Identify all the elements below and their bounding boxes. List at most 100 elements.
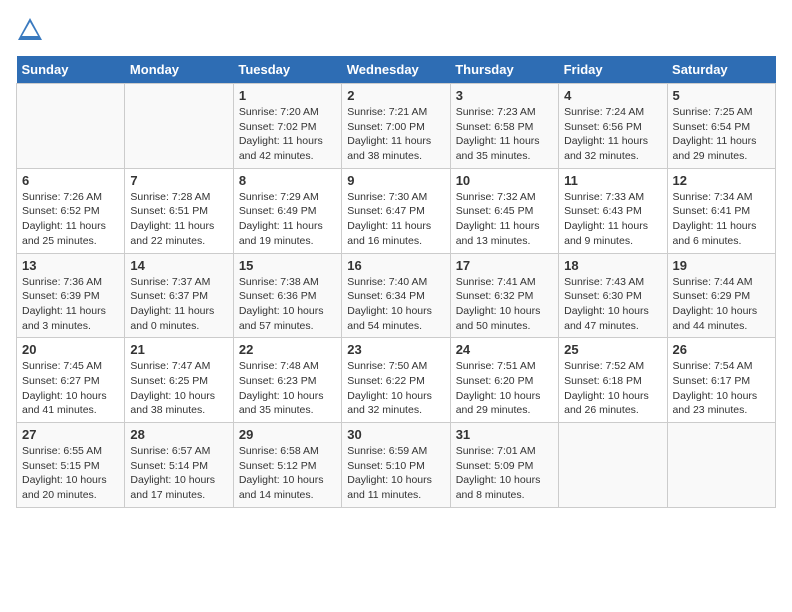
day-info: Sunrise: 7:54 AM Sunset: 6:17 PM Dayligh… — [673, 359, 770, 418]
calendar-cell — [125, 84, 233, 169]
day-info: Sunrise: 7:45 AM Sunset: 6:27 PM Dayligh… — [22, 359, 119, 418]
calendar-cell: 23 Sunrise: 7:50 AM Sunset: 6:22 PM Dayli… — [342, 338, 450, 423]
calendar-week-row: 20 Sunrise: 7:45 AM Sunset: 6:27 PM Dayli… — [17, 338, 776, 423]
logo — [16, 16, 48, 44]
day-of-week-header: Saturday — [667, 56, 775, 84]
day-info: Sunrise: 7:37 AM Sunset: 6:37 PM Dayligh… — [130, 275, 227, 334]
calendar-cell: 15Sunrise: 7:38 AM Sunset: 6:36 PM Dayli… — [233, 253, 341, 338]
day-number: 28 — [130, 427, 227, 442]
calendar-cell: 5 Sunrise: 7:25 AM Sunset: 6:54 PM Daylig… — [667, 84, 775, 169]
day-number: 13 — [22, 258, 119, 273]
day-info: Sunrise: 7:21 AM Sunset: 7:00 PM Dayligh… — [347, 105, 444, 164]
day-number: 27 — [22, 427, 119, 442]
day-info: Sunrise: 7:20 AM Sunset: 7:02 PM Dayligh… — [239, 105, 336, 164]
day-info: Sunrise: 7:51 AM Sunset: 6:20 PM Dayligh… — [456, 359, 553, 418]
page-header — [16, 16, 776, 44]
day-info: Sunrise: 7:28 AM Sunset: 6:51 PM Dayligh… — [130, 190, 227, 249]
calendar-cell: 31 Sunrise: 7:01 AM Sunset: 5:09 PM Dayli… — [450, 423, 558, 508]
calendar-cell — [559, 423, 667, 508]
day-info: Sunrise: 7:25 AM Sunset: 6:54 PM Dayligh… — [673, 105, 770, 164]
calendar-cell — [17, 84, 125, 169]
day-of-week-header: Tuesday — [233, 56, 341, 84]
day-of-week-header: Thursday — [450, 56, 558, 84]
day-number: 25 — [564, 342, 661, 357]
calendar-cell: 11Sunrise: 7:33 AM Sunset: 6:43 PM Dayli… — [559, 168, 667, 253]
day-number: 30 — [347, 427, 444, 442]
day-number: 6 — [22, 173, 119, 188]
day-info: Sunrise: 6:57 AM Sunset: 5:14 PM Dayligh… — [130, 444, 227, 503]
day-info: Sunrise: 7:26 AM Sunset: 6:52 PM Dayligh… — [22, 190, 119, 249]
calendar-header-row: SundayMondayTuesdayWednesdayThursdayFrid… — [17, 56, 776, 84]
day-number: 9 — [347, 173, 444, 188]
calendar-cell: 8 Sunrise: 7:29 AM Sunset: 6:49 PM Daylig… — [233, 168, 341, 253]
calendar-cell: 26 Sunrise: 7:54 AM Sunset: 6:17 PM Dayli… — [667, 338, 775, 423]
day-info: Sunrise: 7:24 AM Sunset: 6:56 PM Dayligh… — [564, 105, 661, 164]
day-number: 18 — [564, 258, 661, 273]
day-info: Sunrise: 7:29 AM Sunset: 6:49 PM Dayligh… — [239, 190, 336, 249]
day-number: 26 — [673, 342, 770, 357]
day-number: 23 — [347, 342, 444, 357]
calendar-week-row: 13 Sunrise: 7:36 AM Sunset: 6:39 PM Dayli… — [17, 253, 776, 338]
day-number: 21 — [130, 342, 227, 357]
day-info: Sunrise: 7:41 AM Sunset: 6:32 PM Dayligh… — [456, 275, 553, 334]
calendar-cell: 2 Sunrise: 7:21 AM Sunset: 7:00 PM Daylig… — [342, 84, 450, 169]
calendar-cell: 4 Sunrise: 7:24 AM Sunset: 6:56 PM Daylig… — [559, 84, 667, 169]
calendar-cell: 17 Sunrise: 7:41 AM Sunset: 6:32 PM Dayli… — [450, 253, 558, 338]
calendar-cell: 21Sunrise: 7:47 AM Sunset: 6:25 PM Dayli… — [125, 338, 233, 423]
calendar-cell: 22Sunrise: 7:48 AM Sunset: 6:23 PM Dayli… — [233, 338, 341, 423]
day-info: Sunrise: 7:44 AM Sunset: 6:29 PM Dayligh… — [673, 275, 770, 334]
day-info: Sunrise: 7:48 AM Sunset: 6:23 PM Dayligh… — [239, 359, 336, 418]
calendar-cell: 16Sunrise: 7:40 AM Sunset: 6:34 PM Dayli… — [342, 253, 450, 338]
day-number: 4 — [564, 88, 661, 103]
day-number: 16 — [347, 258, 444, 273]
day-info: Sunrise: 6:58 AM Sunset: 5:12 PM Dayligh… — [239, 444, 336, 503]
day-number: 8 — [239, 173, 336, 188]
day-number: 2 — [347, 88, 444, 103]
day-number: 14 — [130, 258, 227, 273]
day-info: Sunrise: 7:32 AM Sunset: 6:45 PM Dayligh… — [456, 190, 553, 249]
calendar-cell: 30 Sunrise: 6:59 AM Sunset: 5:10 PM Dayli… — [342, 423, 450, 508]
day-of-week-header: Sunday — [17, 56, 125, 84]
day-info: Sunrise: 6:59 AM Sunset: 5:10 PM Dayligh… — [347, 444, 444, 503]
day-info: Sunrise: 7:36 AM Sunset: 6:39 PM Dayligh… — [22, 275, 119, 334]
calendar-cell: 14 Sunrise: 7:37 AM Sunset: 6:37 PM Dayli… — [125, 253, 233, 338]
calendar-cell: 19 Sunrise: 7:44 AM Sunset: 6:29 PM Dayli… — [667, 253, 775, 338]
day-info: Sunrise: 7:34 AM Sunset: 6:41 PM Dayligh… — [673, 190, 770, 249]
calendar-cell — [667, 423, 775, 508]
day-info: Sunrise: 7:30 AM Sunset: 6:47 PM Dayligh… — [347, 190, 444, 249]
day-number: 15 — [239, 258, 336, 273]
day-number: 31 — [456, 427, 553, 442]
day-info: Sunrise: 7:01 AM Sunset: 5:09 PM Dayligh… — [456, 444, 553, 503]
day-number: 3 — [456, 88, 553, 103]
calendar-cell: 12Sunrise: 7:34 AM Sunset: 6:41 PM Dayli… — [667, 168, 775, 253]
calendar-cell: 7Sunrise: 7:28 AM Sunset: 6:51 PM Daylig… — [125, 168, 233, 253]
day-number: 17 — [456, 258, 553, 273]
calendar-cell: 24 Sunrise: 7:51 AM Sunset: 6:20 PM Dayli… — [450, 338, 558, 423]
calendar-cell: 13 Sunrise: 7:36 AM Sunset: 6:39 PM Dayli… — [17, 253, 125, 338]
calendar-week-row: 1 Sunrise: 7:20 AM Sunset: 7:02 PM Daylig… — [17, 84, 776, 169]
day-number: 20 — [22, 342, 119, 357]
day-number: 24 — [456, 342, 553, 357]
calendar-week-row: 6 Sunrise: 7:26 AM Sunset: 6:52 PM Daylig… — [17, 168, 776, 253]
day-info: Sunrise: 6:55 AM Sunset: 5:15 PM Dayligh… — [22, 444, 119, 503]
calendar-table: SundayMondayTuesdayWednesdayThursdayFrid… — [16, 56, 776, 508]
calendar-cell: 20 Sunrise: 7:45 AM Sunset: 6:27 PM Dayli… — [17, 338, 125, 423]
calendar-cell: 28 Sunrise: 6:57 AM Sunset: 5:14 PM Dayli… — [125, 423, 233, 508]
day-of-week-header: Wednesday — [342, 56, 450, 84]
calendar-cell: 9 Sunrise: 7:30 AM Sunset: 6:47 PM Daylig… — [342, 168, 450, 253]
calendar-cell: 6 Sunrise: 7:26 AM Sunset: 6:52 PM Daylig… — [17, 168, 125, 253]
day-number: 1 — [239, 88, 336, 103]
day-of-week-header: Monday — [125, 56, 233, 84]
day-info: Sunrise: 7:23 AM Sunset: 6:58 PM Dayligh… — [456, 105, 553, 164]
day-number: 19 — [673, 258, 770, 273]
calendar-cell: 18 Sunrise: 7:43 AM Sunset: 6:30 PM Dayli… — [559, 253, 667, 338]
day-number: 11 — [564, 173, 661, 188]
day-info: Sunrise: 7:52 AM Sunset: 6:18 PM Dayligh… — [564, 359, 661, 418]
day-number: 29 — [239, 427, 336, 442]
calendar-cell: 27 Sunrise: 6:55 AM Sunset: 5:15 PM Dayli… — [17, 423, 125, 508]
day-number: 10 — [456, 173, 553, 188]
day-info: Sunrise: 7:43 AM Sunset: 6:30 PM Dayligh… — [564, 275, 661, 334]
day-number: 5 — [673, 88, 770, 103]
day-info: Sunrise: 7:50 AM Sunset: 6:22 PM Dayligh… — [347, 359, 444, 418]
calendar-week-row: 27 Sunrise: 6:55 AM Sunset: 5:15 PM Dayli… — [17, 423, 776, 508]
